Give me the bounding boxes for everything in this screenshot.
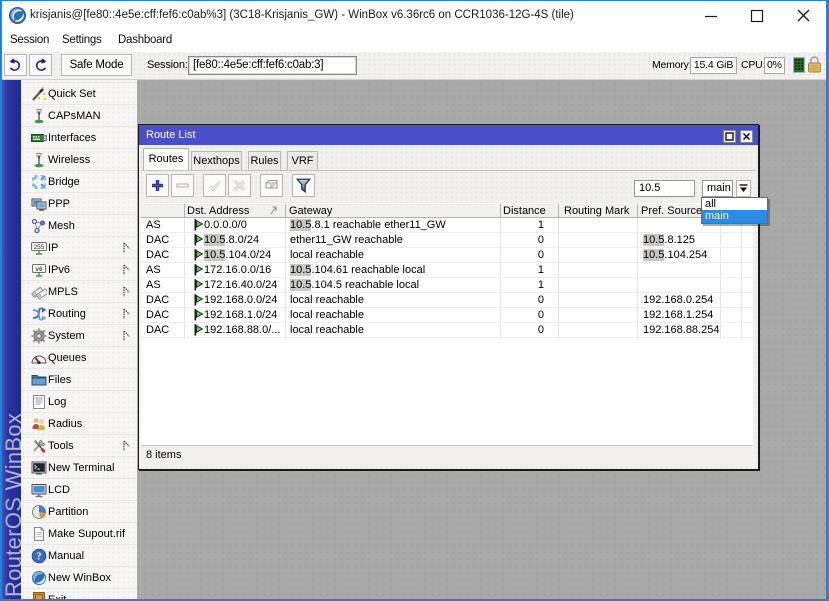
svg-text:255: 255 bbox=[34, 244, 45, 251]
svg-text:?: ? bbox=[37, 552, 42, 563]
svg-text:v6: v6 bbox=[35, 266, 43, 273]
